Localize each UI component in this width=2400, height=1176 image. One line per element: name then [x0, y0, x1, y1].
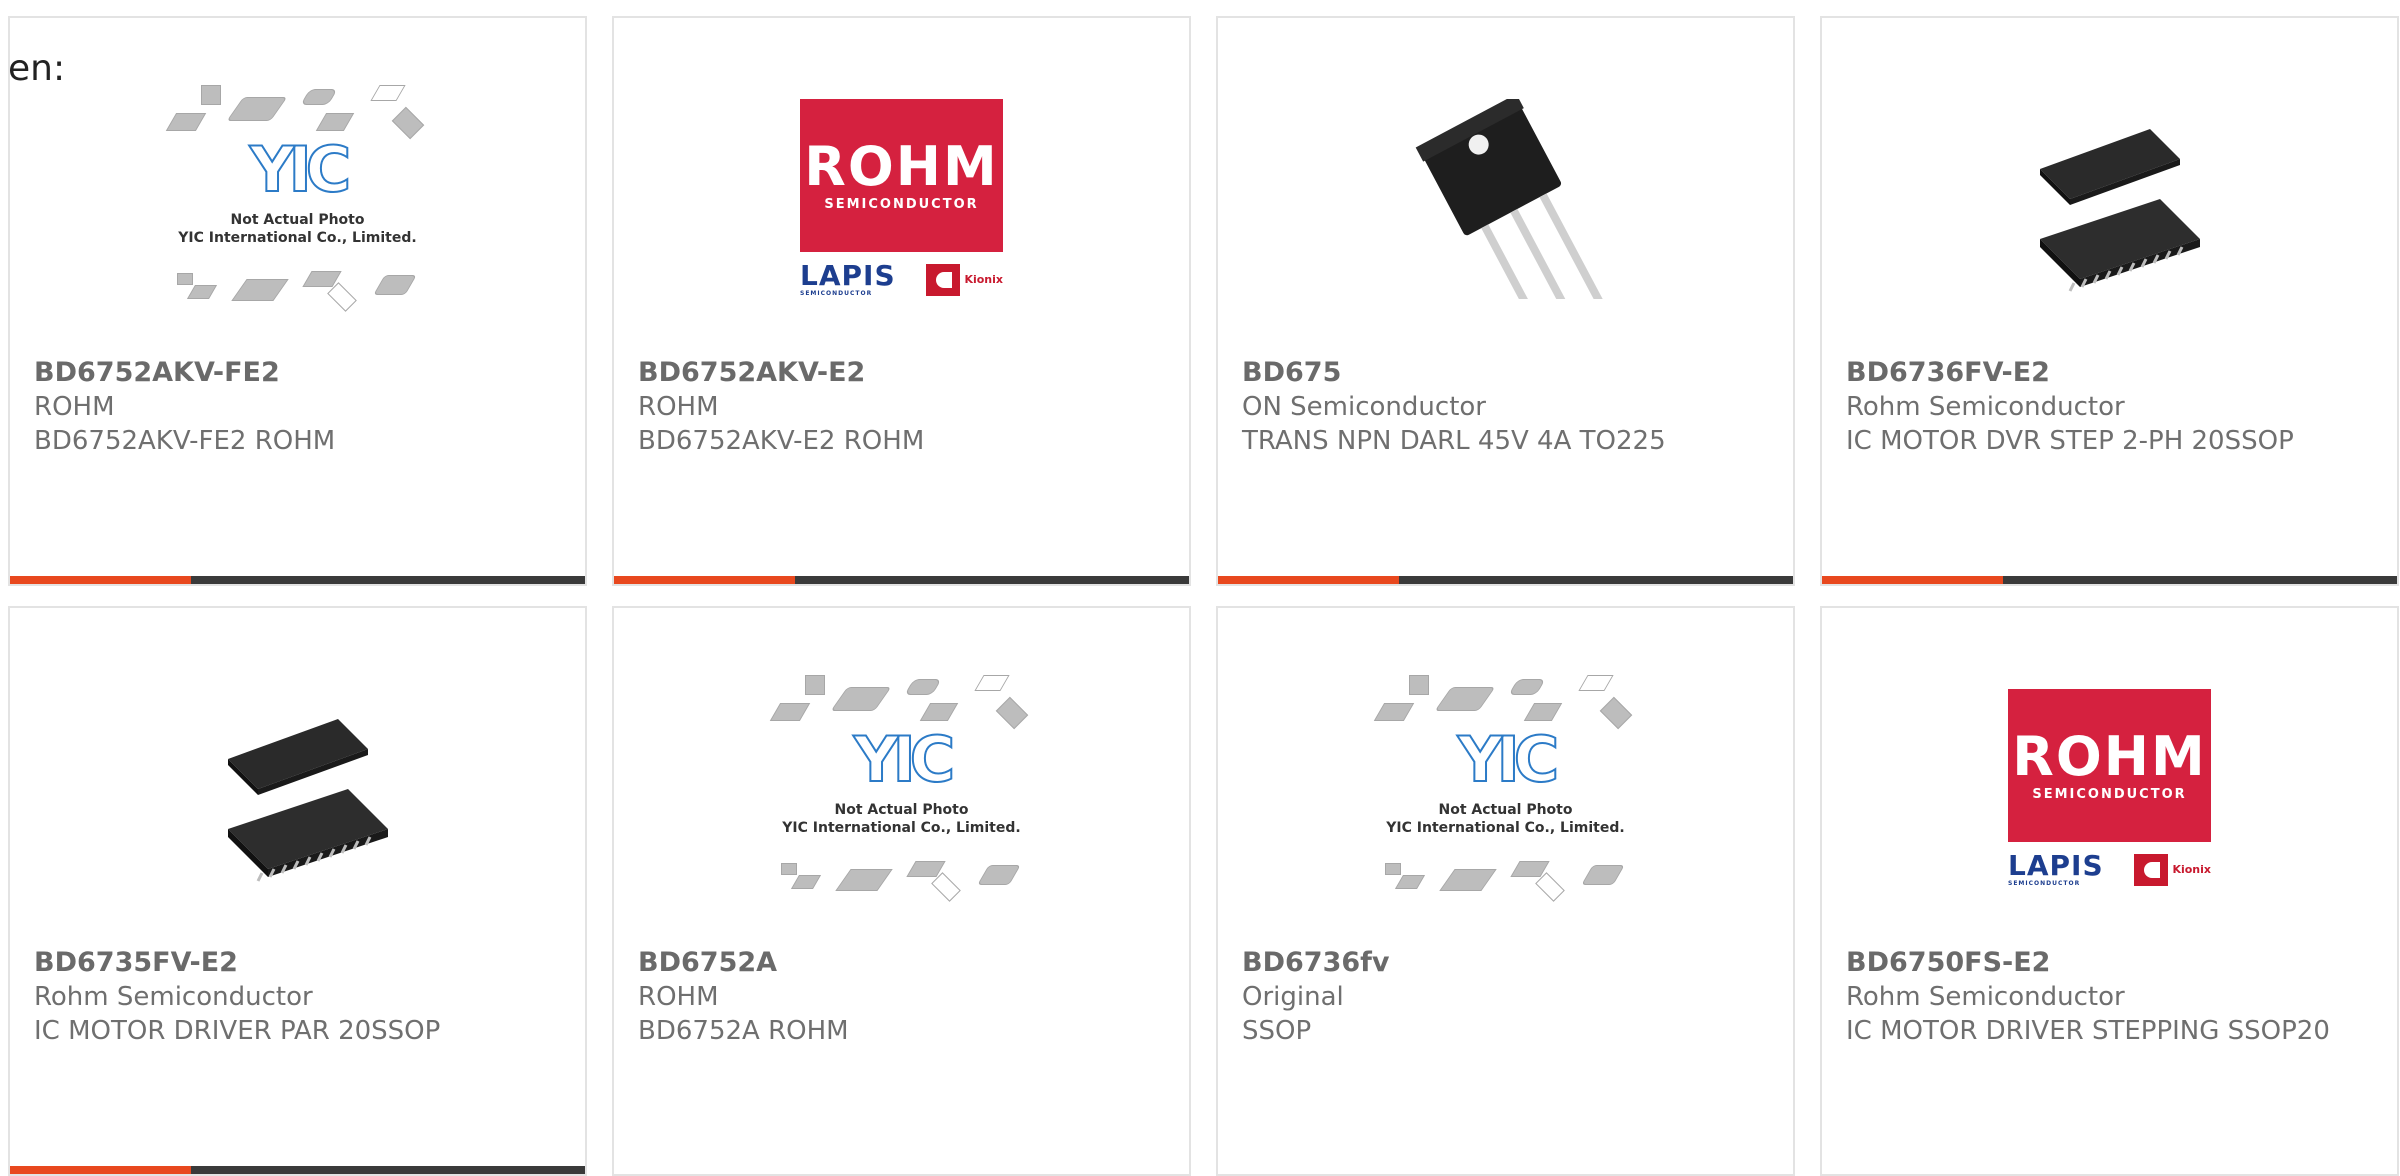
product-image[interactable] [10, 676, 585, 901]
yic-logo: YIC [1457, 722, 1560, 796]
kionix-logo: Kionix [926, 263, 1003, 296]
card-bottom-bar [10, 1166, 585, 1174]
product-info: BD6736FV-E2 Rohm Semiconductor IC MOTOR … [1846, 356, 2373, 458]
product-info: BD6752AKV-FE2 ROHM BD6752AKV-FE2 ROHM [34, 356, 561, 458]
product-info: BD6736fv Original SSOP [1242, 946, 1769, 1048]
part-number[interactable]: BD6750FS-E2 [1846, 946, 2373, 980]
product-image[interactable]: YIC Not Actual Photo YIC International C… [614, 674, 1189, 902]
product-card[interactable]: YIC Not Actual Photo YIC International C… [612, 606, 1191, 1176]
manufacturer: ROHM [638, 982, 719, 1012]
description: BD6752A ROHM [638, 1016, 849, 1046]
yic-placeholder-image: YIC Not Actual Photo YIC International C… [769, 669, 1034, 909]
lapis-logo: LAPIS SEMICONDUCTOR [800, 258, 896, 297]
part-number[interactable]: BD6752A [638, 946, 1165, 980]
description: BD6752AKV-FE2 ROHM [34, 426, 336, 456]
product-card[interactable]: YIC Not Actual Photo YIC International C… [1216, 606, 1795, 1176]
rohm-logo-subtext: SEMICONDUCTOR [2032, 786, 2187, 802]
yic-logo: YIC [853, 722, 956, 796]
description: TRANS NPN DARL 45V 4A TO225 [1242, 426, 1666, 456]
product-info: BD6752A ROHM BD6752A ROHM [638, 946, 1165, 1048]
ssop-chip-image [227, 718, 388, 882]
product-card[interactable]: BD675 ON Semiconductor TRANS NPN DARL 45… [1216, 16, 1795, 586]
product-image[interactable]: ROHM SEMICONDUCTOR LAPIS SEMICONDUCTOR K… [614, 86, 1189, 311]
product-info: BD675 ON Semiconductor TRANS NPN DARL 45… [1242, 356, 1769, 458]
rohm-logo-text: ROHM [804, 134, 999, 198]
product-grid: YIC Not Actual Photo YIC International C… [8, 16, 2399, 1176]
description: SSOP [1242, 1016, 1312, 1046]
rohm-logo-image: ROHM SEMICONDUCTOR LAPIS SEMICONDUCTOR K… [800, 98, 1003, 299]
part-number[interactable]: BD6736fv [1242, 946, 1769, 980]
product-image[interactable]: ROHM SEMICONDUCTOR LAPIS SEMICONDUCTOR K… [1822, 676, 2397, 901]
not-actual-photo-note: Not Actual Photo YIC International Co., … [1386, 801, 1625, 836]
rohm-logo-subtext: SEMICONDUCTOR [824, 196, 979, 212]
product-image[interactable] [1822, 86, 2397, 311]
ssop-chip-image [2039, 128, 2200, 292]
description: IC MOTOR DRIVER PAR 20SSOP [34, 1016, 441, 1046]
product-card[interactable]: YIC Not Actual Photo YIC International C… [8, 16, 587, 586]
product-card[interactable]: BD6735FV-E2 Rohm Semiconductor IC MOTOR … [8, 606, 587, 1176]
yic-placeholder-image: YIC Not Actual Photo YIC International C… [1373, 669, 1638, 909]
manufacturer: Rohm Semiconductor [34, 982, 313, 1012]
card-bottom-bar [614, 576, 1189, 584]
yic-placeholder-image: YIC Not Actual Photo YIC International C… [165, 79, 430, 319]
manufacturer: ROHM [34, 392, 115, 422]
part-number[interactable]: BD6752AKV-FE2 [34, 356, 561, 390]
kionix-logo: Kionix [2134, 853, 2211, 886]
rohm-logo-image: ROHM SEMICONDUCTOR LAPIS SEMICONDUCTOR K… [2008, 688, 2211, 889]
product-image[interactable]: YIC Not Actual Photo YIC International C… [1218, 674, 1793, 902]
product-card[interactable]: ROHM SEMICONDUCTOR LAPIS SEMICONDUCTOR K… [1820, 606, 2399, 1176]
description: BD6752AKV-E2 ROHM [638, 426, 925, 456]
part-number[interactable]: BD6735FV-E2 [34, 946, 561, 980]
lapis-logo: LAPIS SEMICONDUCTOR [2008, 848, 2104, 887]
language-label: en: [8, 48, 66, 89]
manufacturer: ROHM [638, 392, 719, 422]
manufacturer: ON Semiconductor [1242, 392, 1486, 422]
manufacturer: Original [1242, 982, 1344, 1012]
description: IC MOTOR DRIVER STEPPING SSOP20 [1846, 1016, 2330, 1046]
product-card[interactable]: ROHM SEMICONDUCTOR LAPIS SEMICONDUCTOR K… [612, 16, 1191, 586]
card-bottom-bar [1218, 576, 1793, 584]
not-actual-photo-note: Not Actual Photo YIC International Co., … [178, 211, 417, 246]
manufacturer: Rohm Semiconductor [1846, 392, 2125, 422]
to225-transistor-image [1405, 98, 1606, 299]
product-image[interactable] [1218, 86, 1793, 311]
part-number[interactable]: BD6752AKV-E2 [638, 356, 1165, 390]
product-info: BD6735FV-E2 Rohm Semiconductor IC MOTOR … [34, 946, 561, 1048]
yic-logo: YIC [249, 132, 352, 206]
part-number[interactable]: BD675 [1242, 356, 1769, 390]
product-info: BD6752AKV-E2 ROHM BD6752AKV-E2 ROHM [638, 356, 1165, 458]
product-card[interactable]: BD6736FV-E2 Rohm Semiconductor IC MOTOR … [1820, 16, 2399, 586]
card-bottom-bar [1822, 576, 2397, 584]
part-number[interactable]: BD6736FV-E2 [1846, 356, 2373, 390]
description: IC MOTOR DVR STEP 2-PH 20SSOP [1846, 426, 2294, 456]
rohm-logo-text: ROHM [2012, 724, 2207, 788]
product-image[interactable]: YIC Not Actual Photo YIC International C… [10, 84, 585, 312]
product-info: BD6750FS-E2 Rohm Semiconductor IC MOTOR … [1846, 946, 2373, 1048]
manufacturer: Rohm Semiconductor [1846, 982, 2125, 1012]
not-actual-photo-note: Not Actual Photo YIC International Co., … [782, 801, 1021, 836]
card-bottom-bar [10, 576, 585, 584]
